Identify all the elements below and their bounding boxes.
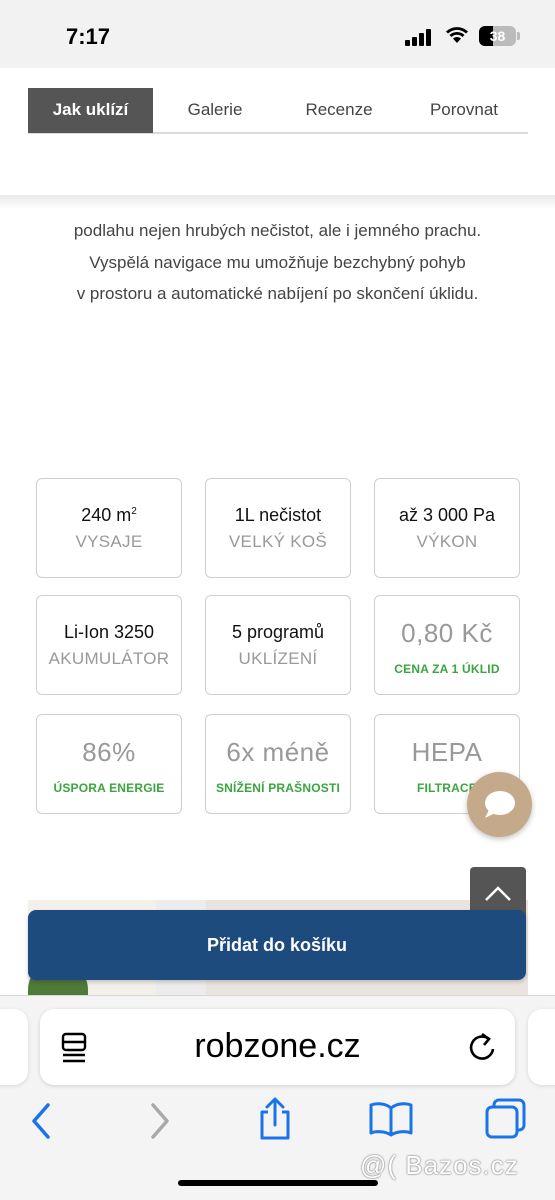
spec-label: VÝKON bbox=[416, 532, 478, 551]
add-to-cart-button[interactable]: Přidat do košíku bbox=[28, 910, 526, 980]
spec-card-power: až 3 000 Pa VÝKON bbox=[374, 478, 520, 578]
spec-value: Li-Ion 3250 bbox=[63, 622, 155, 642]
spec-card-dust: 6x méně SNÍŽENÍ PRAŠNOSTI bbox=[205, 714, 351, 814]
tab-porovnat[interactable]: Porovnat bbox=[404, 88, 524, 133]
back-icon[interactable] bbox=[28, 1101, 54, 1141]
spec-label: VELKÝ KOŠ bbox=[228, 532, 328, 551]
spec-label: SNÍŽENÍ PRAŠNOSTI bbox=[215, 781, 341, 795]
chat-bubble-icon bbox=[485, 791, 515, 818]
spec-value: 86% bbox=[82, 737, 136, 767]
tab-jak-uklizi[interactable]: Jak uklízí bbox=[28, 88, 153, 133]
status-bar: 7:17 38 bbox=[0, 0, 555, 68]
battery-level: 38 bbox=[489, 28, 506, 44]
spec-label: VYSAJE bbox=[75, 532, 143, 551]
spec-card-area: 240 m2 VYSAJE bbox=[36, 478, 182, 578]
watermark-text: @( Bazos.cz bbox=[360, 1150, 519, 1180]
product-description: podlahu nejen hrubých nečistot, ale i je… bbox=[0, 215, 555, 310]
status-time: 7:17 bbox=[66, 24, 111, 49]
wifi-icon bbox=[446, 27, 468, 43]
bookmarks-icon[interactable] bbox=[368, 1100, 414, 1138]
previous-tab-peek[interactable] bbox=[0, 1009, 28, 1085]
spec-value: až 3 000 Pa bbox=[398, 505, 496, 525]
spec-label: CENA ZA 1 ÚKLID bbox=[394, 662, 500, 676]
sticky-nav-shadow bbox=[0, 195, 555, 209]
spec-label: AKUMULÁTOR bbox=[48, 649, 170, 668]
reload-icon[interactable] bbox=[467, 1030, 497, 1064]
battery-icon: 38 bbox=[479, 26, 516, 46]
spec-value: 6x méně bbox=[226, 737, 330, 767]
share-icon[interactable] bbox=[256, 1096, 294, 1142]
tab-galerie[interactable]: Galerie bbox=[156, 88, 274, 133]
spec-value: 0,80 Kč bbox=[401, 618, 493, 648]
forward-icon[interactable] bbox=[147, 1101, 173, 1141]
spec-card-bin: 1L nečistot VELKÝ KOŠ bbox=[205, 478, 351, 578]
tabs-icon[interactable] bbox=[484, 1097, 530, 1141]
battery-tip bbox=[517, 32, 520, 40]
spec-label: UKLÍZENÍ bbox=[238, 649, 318, 668]
description-line: v prostoru a automatické nabíjení po sko… bbox=[76, 284, 479, 303]
spec-value: 5 programů bbox=[231, 622, 325, 642]
product-tabs: Jak uklízí Galerie Recenze Porovnat bbox=[28, 88, 528, 134]
next-tab-peek[interactable] bbox=[528, 1009, 555, 1085]
home-indicator bbox=[178, 1180, 378, 1186]
address-bar[interactable]: robzone.cz bbox=[40, 1009, 515, 1085]
spec-label: ÚSPORA ENERGIE bbox=[53, 781, 165, 795]
spec-card-programs: 5 programů UKLÍZENÍ bbox=[205, 595, 351, 695]
description-line: Vyspělá navigace mu umožňuje bezchybný p… bbox=[89, 252, 466, 272]
tab-recenze[interactable]: Recenze bbox=[280, 88, 398, 133]
spec-value: HEPA bbox=[411, 737, 483, 767]
spec-card-energy: 86% ÚSPORA ENERGIE bbox=[36, 714, 182, 814]
spec-value: 1L nečistot bbox=[234, 505, 322, 525]
description-line: podlahu nejen hrubých nečistot, ale i je… bbox=[73, 221, 482, 240]
spec-card-cost: 0,80 Kč CENA ZA 1 ÚKLID bbox=[374, 595, 520, 695]
spec-value: 240 m2 bbox=[81, 505, 137, 525]
spec-card-battery: Li-Ion 3250 AKUMULÁTOR bbox=[36, 595, 182, 695]
chat-button[interactable] bbox=[467, 772, 532, 837]
url-text: robzone.cz bbox=[194, 1027, 361, 1065]
cellular-signal-icon bbox=[405, 28, 435, 46]
